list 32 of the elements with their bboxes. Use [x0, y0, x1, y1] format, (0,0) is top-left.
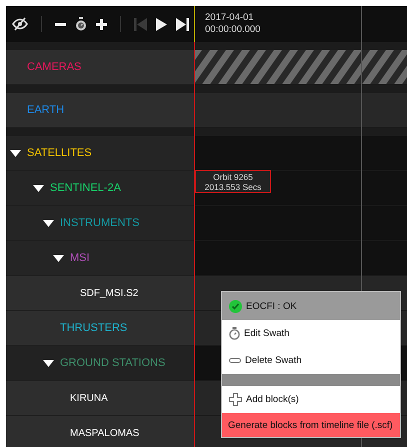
- tree-label[interactable]: SDF_MSI.S2: [80, 288, 138, 298]
- tree-label[interactable]: GROUND STATIONS: [60, 357, 166, 369]
- tree-label[interactable]: KIRUNA: [70, 392, 108, 404]
- plus-icon[interactable]: [96, 18, 107, 30]
- collapse-arrow-icon[interactable]: [43, 360, 54, 366]
- orbit-label: Orbit 9265 2013.553 Secs: [195, 170, 271, 193]
- tree-label[interactable]: SATELLITES: [27, 147, 92, 159]
- menu-item[interactable]: Delete Swath: [222, 347, 400, 374]
- collapse-arrow-icon[interactable]: [10, 150, 21, 156]
- tree-label[interactable]: SENTINEL-2A: [50, 182, 121, 194]
- collapse-arrow-icon[interactable]: [33, 184, 44, 192]
- tree-label[interactable]: INSTRUMENTS: [60, 217, 140, 229]
- collapse-arrow-icon[interactable]: [53, 254, 64, 262]
- timeline-date: 2017-04-01: [205, 12, 255, 24]
- collapse-arrow-icon[interactable]: [43, 220, 54, 226]
- stopwatch-icon: [229, 327, 240, 340]
- menu-item[interactable]: Add block(s): [222, 386, 400, 413]
- tree-label[interactable]: EARTH: [27, 104, 64, 116]
- tree-label[interactable]: THRUSTERS: [60, 322, 128, 334]
- eye-off-icon[interactable]: [12, 17, 28, 31]
- minus-icon: [229, 358, 241, 363]
- menu-item[interactable]: Generate blocks from timeline file (.scf): [222, 413, 400, 437]
- menu-item[interactable]: Edit Swath: [222, 320, 400, 347]
- minus-icon[interactable]: [55, 22, 66, 26]
- play-icon[interactable]: [156, 18, 167, 30]
- plus-icon: [229, 393, 242, 406]
- skip-forward-icon[interactable]: [176, 18, 189, 30]
- check-circle-icon: [229, 300, 242, 312]
- stopwatch-icon[interactable]: [75, 17, 87, 31]
- timeline-time: 00:00:00.000: [205, 24, 260, 36]
- tree-label[interactable]: MASPALOMAS: [70, 428, 140, 438]
- menu-item[interactable]: EOCFI : OK: [222, 292, 400, 320]
